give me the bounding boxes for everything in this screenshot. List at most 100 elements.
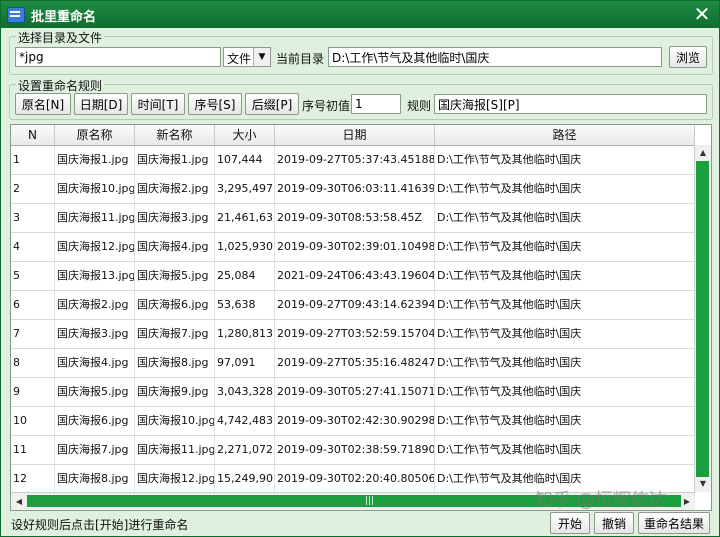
cell-col-date: 2019-09-30T08:53:58.45Z (275, 204, 435, 232)
cell-col-new-name: 国庆海报1.jpg (135, 146, 215, 174)
seq-start-label: 序号初值 (302, 99, 351, 113)
table-row[interactable]: 9 国庆海报5.jpg 国庆海报9.jpg 3,043,328 2019-09-30T0… (11, 378, 695, 407)
insert-seq-button[interactable]: 序号[S] (188, 93, 242, 115)
undo-button[interactable]: 撤销 (594, 512, 634, 534)
insert-name-button[interactable]: 原名[N] (15, 93, 71, 115)
header-col-old-name[interactable]: 原名称 (55, 125, 135, 145)
cell-col-old-name: 国庆海报1.jpg (55, 146, 135, 174)
cell-col-new-name: 国庆海报9.jpg (135, 378, 215, 406)
cell-col-n: 9 (11, 378, 55, 406)
rename-window: 批里重命名 ✕ 选择目录及文件 文件 ▼ 当前目录 浏览 设置重命名规则 原名[… (0, 0, 720, 537)
cell-col-old-name: 国庆海报3.jpg (55, 320, 135, 348)
cell-col-size: 1,025,930 (215, 233, 275, 261)
cell-col-size: 21,461,631 (215, 204, 275, 232)
rename-result-button[interactable]: 重命名结果 (638, 512, 710, 534)
cell-col-old-name: 国庆海报7.jpg (55, 436, 135, 464)
header-col-path[interactable]: 路径 (435, 125, 695, 145)
file-table: N 原名称 新名称 大小 日期 路径 1 国庆海报1.jpg 国庆海报1.jpg 107,444… (10, 124, 712, 511)
cell-col-size: 3,043,328 (215, 378, 275, 406)
table-row[interactable]: 7 国庆海报3.jpg 国庆海报7.jpg 1,280,813 2019-09-27T0… (11, 320, 695, 349)
cell-col-path: D:\工作\节气及其他临时\国庆 (435, 407, 695, 435)
cell-col-n: 4 (11, 233, 55, 261)
header-col-new-name[interactable]: 新名称 (135, 125, 215, 145)
table-row[interactable]: 2 国庆海报10.jpg 国庆海报2.jpg 3,295,497 2019-09-30T… (11, 175, 695, 204)
app-icon (7, 7, 25, 23)
cell-col-n: 5 (11, 262, 55, 290)
cell-col-path: D:\工作\节气及其他临时\国庆 (435, 378, 695, 406)
table-row[interactable]: 5 国庆海报13.jpg 国庆海报5.jpg 25,084 2021-09-24T06:… (11, 262, 695, 291)
rule-group-legend: 设置重命名规则 (16, 77, 105, 94)
cell-col-old-name: 国庆海报2.jpg (55, 291, 135, 319)
table-row[interactable]: 3 国庆海报11.jpg 国庆海报3.jpg 21,461,631 2019-09-30… (11, 204, 695, 233)
current-dir-label: 当前目录 (276, 52, 325, 66)
insert-suffix-button[interactable]: 后缀[P] (245, 93, 299, 115)
cell-col-n: 7 (11, 320, 55, 348)
chevron-down-icon[interactable]: ▼ (253, 48, 270, 66)
cell-col-date: 2019-09-30T02:20:40.805061Z (275, 465, 435, 493)
table-row[interactable]: 4 国庆海报12.jpg 国庆海报4.jpg 1,025,930 2019-09-30T… (11, 233, 695, 262)
start-button[interactable]: 开始 (550, 512, 590, 534)
cell-col-size: 107,444 (215, 146, 275, 174)
current-dir-input[interactable] (328, 47, 662, 67)
cell-col-new-name: 国庆海报3.jpg (135, 204, 215, 232)
cell-col-n: 2 (11, 175, 55, 203)
vertical-scroll-thumb[interactable] (696, 161, 709, 477)
seq-start-input[interactable] (351, 94, 401, 114)
rule-input[interactable] (434, 94, 707, 114)
cell-col-size: 2,271,072 (215, 436, 275, 464)
cell-col-date: 2019-09-30T02:42:30.902985Z (275, 407, 435, 435)
table-row[interactable]: 11 国庆海报7.jpg 国庆海报11.jpg 2,271,072 2019-09-30… (11, 436, 695, 465)
insert-date-button[interactable]: 日期[D] (74, 93, 128, 115)
cell-col-size: 15,249,907 (215, 465, 275, 493)
cell-col-old-name: 国庆海报6.jpg (55, 407, 135, 435)
cell-col-path: D:\工作\节气及其他临时\国庆 (435, 349, 695, 377)
table-header: N 原名称 新名称 大小 日期 路径 (11, 125, 695, 146)
cell-col-path: D:\工作\节气及其他临时\国庆 (435, 175, 695, 203)
close-button[interactable]: ✕ (691, 3, 713, 25)
cell-col-size: 25,084 (215, 262, 275, 290)
window-title: 批里重命名 (31, 10, 97, 25)
cell-col-path: D:\工作\节气及其他临时\国庆 (435, 320, 695, 348)
cell-col-new-name: 国庆海报7.jpg (135, 320, 215, 348)
cell-col-old-name: 国庆海报11.jpg (55, 204, 135, 232)
cell-col-old-name: 国庆海报10.jpg (55, 175, 135, 203)
cell-col-date: 2019-09-27T09:43:14.623947Z (275, 291, 435, 319)
cell-col-date: 2019-09-30T05:27:41.150717Z (275, 378, 435, 406)
header-col-size[interactable]: 大小 (215, 125, 275, 145)
cell-col-old-name: 国庆海报5.jpg (55, 378, 135, 406)
table-row[interactable]: 1 国庆海报1.jpg 国庆海报1.jpg 107,444 2019-09-27T05:… (11, 146, 695, 175)
type-select[interactable]: 文件 ▼ (223, 47, 271, 67)
title-bar[interactable]: 批里重命名 ✕ (1, 1, 719, 28)
cell-col-n: 12 (11, 465, 55, 493)
browse-button[interactable]: 浏览 (669, 46, 707, 68)
cell-col-new-name: 国庆海报2.jpg (135, 175, 215, 203)
scroll-down-icon[interactable]: ▼ (695, 476, 711, 492)
watermark: 知乎 @恒辉信达 (535, 490, 667, 511)
rule-label: 规则 (407, 99, 432, 113)
scroll-right-icon[interactable]: ▶ (679, 493, 695, 510)
cell-col-n: 6 (11, 291, 55, 319)
cell-col-path: D:\工作\节气及其他临时\国庆 (435, 262, 695, 290)
header-col-n[interactable]: N (11, 125, 55, 145)
header-col-date[interactable]: 日期 (275, 125, 435, 145)
cell-col-new-name: 国庆海报12.jpg (135, 465, 215, 493)
scroll-up-icon[interactable]: ▲ (695, 145, 711, 161)
scroll-left-icon[interactable]: ◀ (11, 493, 27, 510)
cell-col-size: 3,295,497 (215, 175, 275, 203)
table-row[interactable]: 8 国庆海报4.jpg 国庆海报8.jpg 97,091 2019-09-27T05:3… (11, 349, 695, 378)
table-row[interactable]: 10 国庆海报6.jpg 国庆海报10.jpg 4,742,483 2019-09-30… (11, 407, 695, 436)
vertical-scrollbar[interactable]: ▲ ▼ (694, 145, 711, 492)
cell-col-date: 2019-09-30T02:38:59.718906Z (275, 436, 435, 464)
file-filter-input[interactable] (15, 47, 221, 67)
cell-col-path: D:\工作\节气及其他临时\国庆 (435, 146, 695, 174)
table-row[interactable]: 6 国庆海报2.jpg 国庆海报6.jpg 53,638 2019-09-27T09:4… (11, 291, 695, 320)
cell-col-date: 2021-09-24T06:43:43.196049Z (275, 262, 435, 290)
cell-col-date: 2019-09-27T05:37:43.451885Z (275, 146, 435, 174)
cell-col-path: D:\工作\节气及其他临时\国庆 (435, 233, 695, 261)
cell-col-old-name: 国庆海报13.jpg (55, 262, 135, 290)
insert-time-button[interactable]: 时间[T] (131, 93, 185, 115)
cell-col-n: 3 (11, 204, 55, 232)
cell-col-old-name: 国庆海报12.jpg (55, 233, 135, 261)
grip-icon: ||| (365, 496, 375, 506)
cell-col-path: D:\工作\节气及其他临时\国庆 (435, 204, 695, 232)
